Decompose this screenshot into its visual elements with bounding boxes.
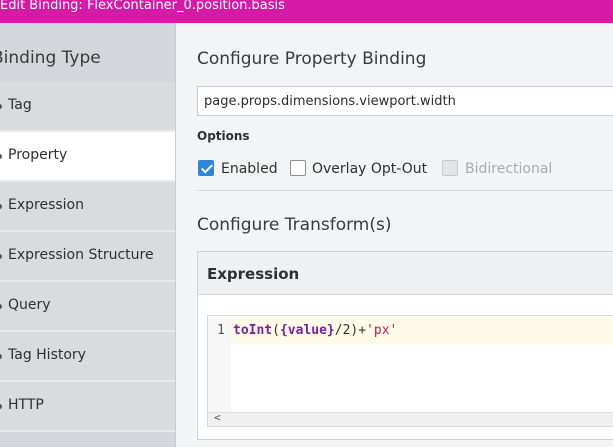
- binding-type-sidebar: Binding Type Tag Property Expression Exp…: [0, 23, 176, 447]
- code-function-token: toInt: [233, 323, 273, 338]
- binding-config-panel: Configure Property Binding Options Enabl…: [176, 23, 613, 447]
- bidirectional-label: Bidirectional: [465, 161, 553, 177]
- window-titlebar: Edit Binding: FlexContainer_0.position.b…: [0, 0, 613, 23]
- overlay-opt-out-label[interactable]: Overlay Opt-Out: [312, 161, 427, 177]
- code-line-active[interactable]: toInt({value}/2)+'px': [231, 316, 613, 344]
- scroll-left-icon[interactable]: <: [214, 411, 221, 424]
- expression-transform-title: Expression: [207, 265, 300, 283]
- code-string-token: 'px': [366, 323, 398, 338]
- line-number-gutter: 1: [208, 316, 231, 412]
- window-title: Edit Binding: FlexContainer_0.position.b…: [0, 0, 285, 13]
- sidebar-item-tag-history[interactable]: Tag History: [0, 332, 175, 381]
- expression-code-editor[interactable]: 1 toInt({value}/2)+'px' <: [207, 315, 613, 427]
- transforms-heading: Configure Transform(s): [197, 215, 392, 235]
- sidebar-item-expression[interactable]: Expression: [0, 182, 175, 231]
- bidirectional-checkbox: [442, 160, 458, 176]
- property-binding-heading: Configure Property Binding: [197, 49, 427, 69]
- section-divider: [197, 190, 613, 191]
- property-path-input[interactable]: [197, 86, 613, 116]
- line-number: 1: [217, 323, 225, 338]
- expression-code: toInt({value}/2)+'px': [233, 323, 397, 338]
- sidebar-title: Binding Type: [0, 48, 101, 68]
- sidebar-item-property[interactable]: Property: [0, 132, 175, 181]
- overlay-opt-out-checkbox[interactable]: [290, 160, 306, 176]
- sidebar-item-query[interactable]: Query: [0, 282, 175, 331]
- enabled-label[interactable]: Enabled: [221, 161, 278, 177]
- sidebar-item-http[interactable]: HTTP: [0, 382, 175, 431]
- enabled-checkbox[interactable]: [198, 160, 214, 176]
- sidebar-header: Binding Type: [0, 23, 175, 82]
- options-label: Options: [197, 129, 250, 143]
- code-variable-token: {value}: [279, 323, 335, 338]
- sidebar-item-tag[interactable]: Tag: [0, 82, 175, 131]
- editor-horizontal-scrollbar[interactable]: <: [208, 411, 613, 426]
- code-operator-token: /2)+: [334, 323, 367, 338]
- sidebar-item-expression-structure[interactable]: Expression Structure: [0, 232, 175, 281]
- sidebar-footer: [0, 432, 175, 447]
- expression-transform-header[interactable]: Expression: [198, 252, 613, 295]
- code-paren-token: (: [272, 323, 280, 338]
- expression-transform-panel: Expression 1 toInt({value}/2)+'px' <: [197, 251, 613, 440]
